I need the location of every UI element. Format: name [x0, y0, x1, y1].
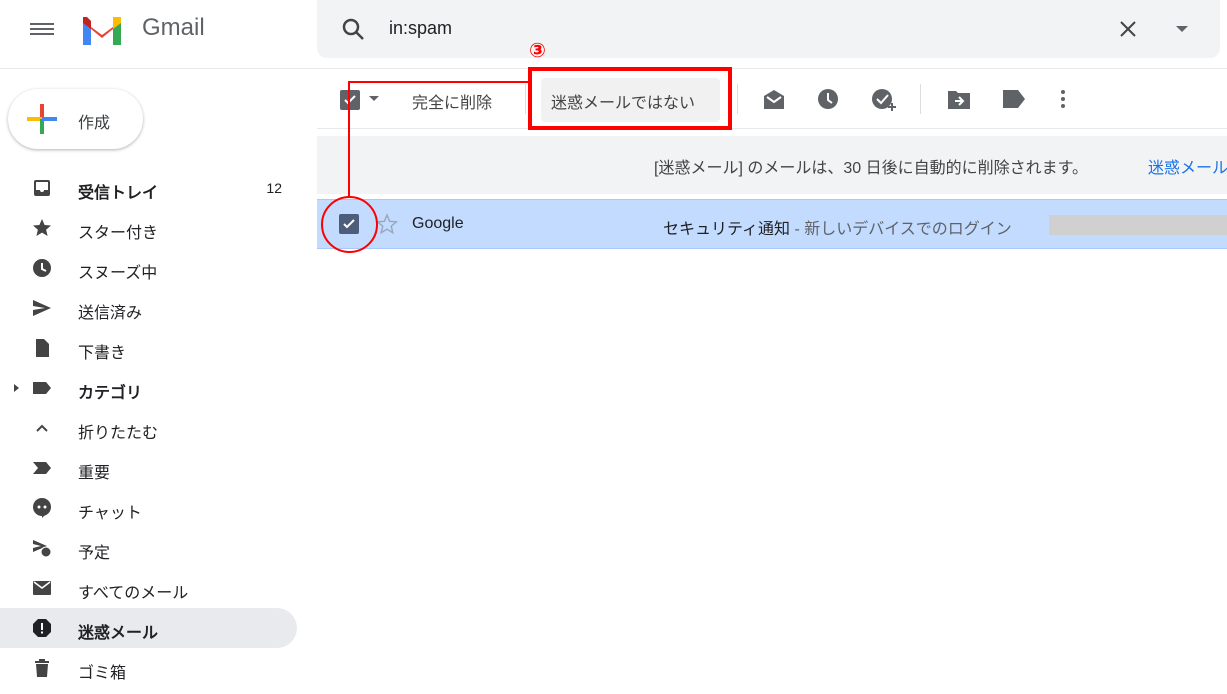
inbox-icon — [34, 180, 50, 196]
send-icon — [33, 300, 51, 316]
toolbar-bottom-divider — [317, 128, 1227, 129]
redacted-block — [1049, 215, 1227, 235]
sidebar-item[interactable]: チャット — [0, 488, 297, 528]
sidebar-item-label: 受信トレイ — [78, 185, 159, 202]
sidebar-item[interactable]: スヌーズ中 — [0, 248, 297, 288]
sidebar-item-label: カテゴリ — [78, 385, 143, 402]
clock-icon — [33, 259, 51, 277]
gmail-brand: Gmail — [142, 14, 205, 41]
unread-count: 12 — [266, 180, 282, 196]
select-dropdown-icon[interactable] — [369, 96, 379, 101]
label-icon — [33, 382, 51, 394]
sidebar-item-label: 下書き — [78, 345, 127, 362]
draft-icon — [36, 339, 49, 357]
star-icon[interactable] — [376, 213, 398, 235]
email-row[interactable]: Google セキュリティ通知 - 新しいデバイスでのログイン — [317, 199, 1227, 249]
toolbar-divider — [920, 84, 921, 114]
email-snippet: - 新しいデバイスでのログイン — [790, 221, 1012, 238]
compose-button[interactable]: 作成 — [8, 89, 143, 149]
trash-icon — [35, 659, 49, 677]
highlight-box — [528, 67, 732, 130]
sidebar-item-label: 迷惑メール — [78, 625, 159, 642]
sidebar-item[interactable]: 重要 — [0, 448, 297, 488]
label-icon[interactable] — [1003, 90, 1025, 108]
sidebar-item[interactable]: 迷惑メール — [0, 608, 297, 648]
snooze-icon[interactable] — [817, 88, 839, 110]
main-menu-button[interactable] — [30, 20, 54, 38]
empty-spam-link[interactable]: 迷惑メール — [1148, 154, 1227, 178]
sidebar-item[interactable]: ゴミ箱 — [0, 648, 297, 688]
spam-icon — [33, 619, 51, 637]
select-all-checkbox[interactable] — [340, 90, 360, 110]
email-subject: セキュリティ通知 — [663, 221, 791, 238]
highlight-circle — [321, 196, 378, 253]
clear-search-icon[interactable] — [1119, 20, 1137, 38]
mark-as-read-icon[interactable] — [762, 88, 786, 110]
sidebar-item[interactable]: 予定 — [0, 528, 297, 568]
sidebar-item-label: スヌーズ中 — [78, 265, 158, 282]
spam-notice-text: [迷惑メール] のメールは、30 日後に自動的に削除されます。 — [654, 160, 1088, 177]
sidebar-item-label: 予定 — [78, 545, 111, 562]
sidebar-item-label: 送信済み — [78, 305, 143, 322]
chevron-up-icon — [36, 424, 48, 432]
sidebar-item-label: 重要 — [78, 465, 111, 482]
sidebar-item-label: ゴミ箱 — [78, 665, 127, 682]
sidebar-item[interactable]: 受信トレイ 12 — [0, 168, 297, 208]
sidebar-item-label: 折りたたむ — [78, 425, 159, 442]
plus-icon — [27, 104, 57, 134]
sidebar-item[interactable]: 送信済み — [0, 288, 297, 328]
mail-icon — [33, 581, 51, 595]
sidebar-item[interactable]: 下書き — [0, 328, 297, 368]
scheduled-icon — [33, 540, 52, 558]
search-options-icon[interactable] — [1176, 26, 1188, 32]
gmail-logo-icon — [83, 17, 121, 45]
important-icon — [33, 462, 51, 474]
email-sender: Google — [412, 215, 464, 232]
compose-label: 作成 — [78, 115, 111, 132]
search-bar[interactable]: in:spam — [317, 0, 1220, 58]
sidebar-item-label: スター付き — [78, 225, 159, 242]
sidebar-item[interactable]: スター付き — [0, 208, 297, 248]
more-options-icon[interactable] — [1060, 89, 1066, 109]
sidebar-item-label: チャット — [78, 505, 142, 522]
toolbar-divider — [737, 84, 738, 114]
chat-icon — [33, 498, 51, 518]
move-to-icon[interactable] — [948, 89, 970, 109]
expand-arrow-icon[interactable] — [14, 384, 19, 392]
search-icon[interactable] — [341, 17, 365, 41]
star-icon — [33, 219, 51, 236]
sidebar-item[interactable]: すべてのメール — [0, 568, 297, 608]
search-input[interactable]: in:spam — [389, 18, 452, 39]
sidebar-item[interactable]: カテゴリ — [0, 368, 297, 408]
toolbar-divider — [525, 84, 526, 114]
step-marker: ③ — [529, 40, 546, 62]
sidebar-item-label: すべてのメール — [78, 585, 189, 602]
delete-forever-button[interactable]: 完全に削除 — [412, 89, 492, 113]
sidebar-item[interactable]: 折りたたむ — [0, 408, 297, 448]
add-to-tasks-icon[interactable] — [871, 88, 897, 112]
annotation-line — [348, 81, 529, 83]
spam-notice: [迷惑メール] のメールは、30 日後に自動的に削除されます。 迷惑メール — [317, 136, 1227, 194]
annotation-line — [348, 81, 350, 197]
